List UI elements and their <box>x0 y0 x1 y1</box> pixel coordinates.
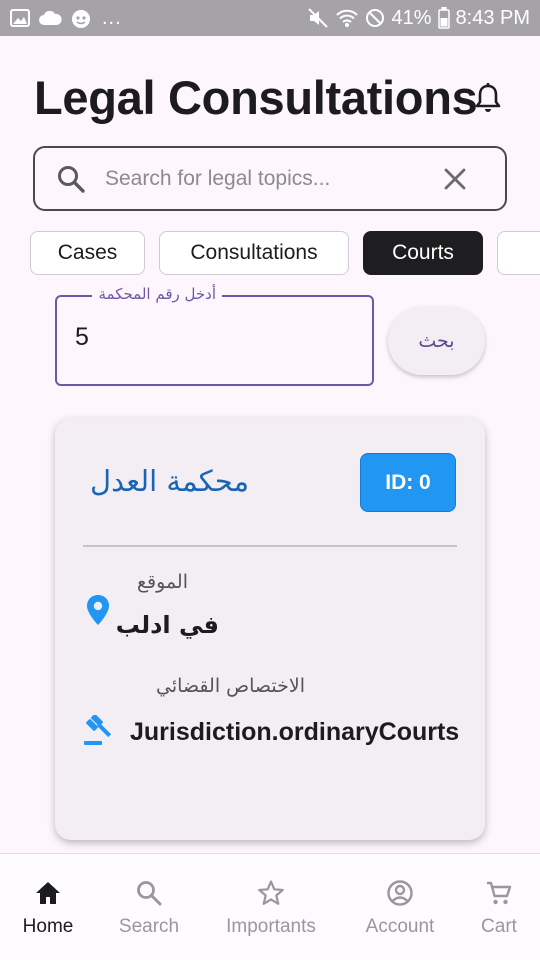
page-title: Legal Consultations <box>34 71 478 124</box>
nav-label: Account <box>365 916 435 937</box>
battery-percent: 41% <box>391 6 432 29</box>
image-icon <box>10 9 30 27</box>
star-icon <box>258 880 284 905</box>
filter-chips: Cases Consultations Courts <box>0 231 540 275</box>
court-number-field[interactable]: أدخل رقم المحكمة 5 <box>55 285 374 386</box>
nav-label: Home <box>22 916 74 937</box>
cloud-icon <box>39 10 62 25</box>
nav-search[interactable]: Search <box>108 854 190 960</box>
court-id-text: ID: 0 <box>385 470 431 494</box>
card-divider <box>83 545 457 547</box>
status-right: 41% 8:43 PM <box>307 7 530 30</box>
court-number-value[interactable]: 5 <box>75 323 89 352</box>
court-card: محكمة العدل ID: 0 الموقع في ادلب الاختصا… <box>55 418 485 840</box>
cart-icon <box>487 881 512 905</box>
home-icon <box>36 882 60 904</box>
close-icon[interactable] <box>441 165 469 193</box>
nav-label: Importants <box>226 916 316 937</box>
wifi-icon <box>336 9 359 27</box>
search-bar[interactable] <box>33 146 507 211</box>
court-name: محكمة العدل <box>90 464 249 498</box>
chip-more[interactable] <box>497 231 540 275</box>
nav-home[interactable]: Home <box>8 854 88 960</box>
nav-account[interactable]: Account <box>355 854 445 960</box>
nav-importants[interactable]: Importants <box>215 854 327 960</box>
location-label: الموقع <box>136 571 188 593</box>
search-icon <box>58 166 85 193</box>
account-icon <box>387 880 413 906</box>
chip-consultations[interactable]: Consultations <box>159 231 349 275</box>
mute-icon <box>308 8 329 28</box>
android-icon <box>72 10 90 28</box>
clock: 8:43 PM <box>455 6 530 29</box>
location-pin-icon <box>87 595 109 625</box>
jurisdiction-value: Jurisdiction.ordinaryCourts <box>130 718 460 746</box>
jurisdiction-label: الاختصاص القضائي <box>156 675 305 697</box>
status-left: ... <box>10 7 122 30</box>
gavel-icon <box>84 715 112 745</box>
search-input[interactable] <box>105 160 415 198</box>
nav-label: Cart <box>481 916 517 937</box>
chip-label: Cases <box>57 241 118 264</box>
chip-label: Consultations <box>190 241 318 264</box>
chip-label: Courts <box>392 241 454 264</box>
do-not-disturb-icon <box>366 9 385 27</box>
status-bar: ... 41% 8:43 PM <box>0 0 540 36</box>
court-number-label: أدخل رقم المحكمة <box>92 285 222 303</box>
location-value: في ادلب <box>115 611 219 639</box>
court-search-button[interactable]: بحث <box>388 307 485 375</box>
search-icon <box>137 881 162 906</box>
court-search-label: بحث <box>418 330 455 352</box>
nav-label: Search <box>118 916 180 937</box>
bell-icon[interactable] <box>474 82 502 114</box>
court-id-badge: ID: 0 <box>360 453 456 512</box>
battery-icon <box>437 7 450 29</box>
status-more: ... <box>102 6 122 29</box>
chip-cases[interactable]: Cases <box>30 231 145 275</box>
chip-courts[interactable]: Courts <box>363 231 483 275</box>
nav-cart[interactable]: Cart <box>467 854 531 960</box>
bottom-navigation: Home Search Importants Account Cart <box>0 853 540 960</box>
